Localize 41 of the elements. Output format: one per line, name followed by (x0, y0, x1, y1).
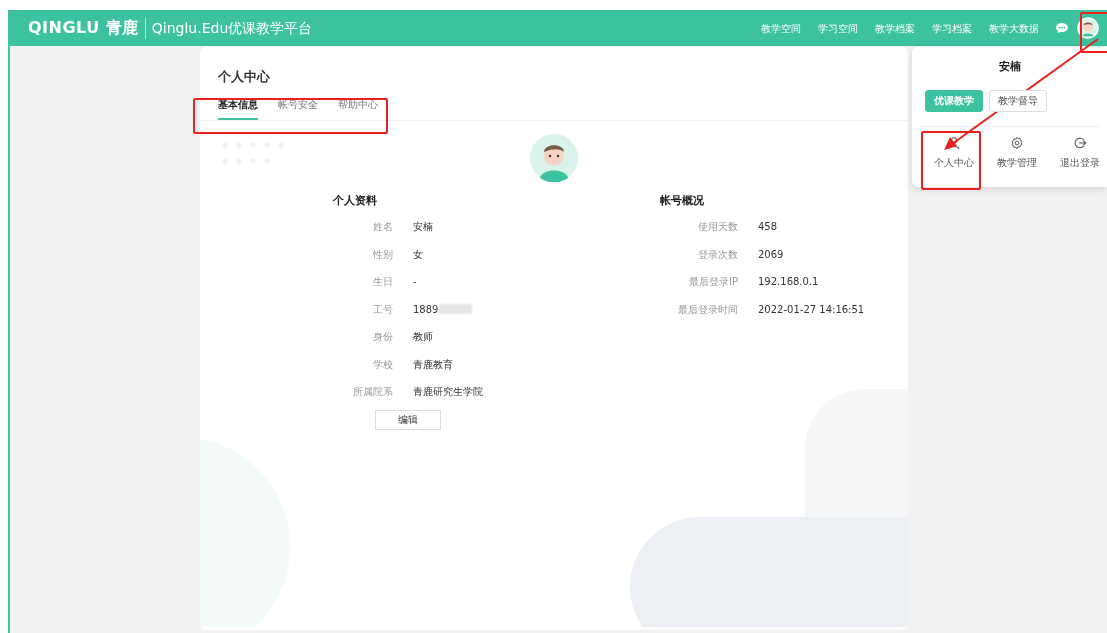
annotation-frame (1080, 12, 1107, 53)
menu-item[interactable]: 个人中心 (933, 154, 974, 170)
field-value: 教师 (413, 330, 433, 345)
field-label: 性别 (372, 247, 393, 262)
field-value: 192.168.0.1 (758, 275, 819, 290)
field-label: 登录次数 (697, 247, 738, 262)
field-label: 使用天数 (697, 220, 738, 235)
platform-title: Qinglu.Edu优课教学平台 (144, 17, 313, 39)
field-value: - (413, 275, 417, 290)
page-title: 个人中心 (217, 68, 271, 86)
field-value: 青鹿研究生学院 (413, 385, 483, 400)
role-button[interactable]: 教学督导 (989, 89, 1047, 112)
edit-button[interactable]: 编辑 (375, 409, 441, 430)
settings-icon (1009, 134, 1024, 151)
field-value: 女 (413, 247, 423, 262)
field-value: 安楠 (413, 220, 433, 235)
field-value: 2022-01-27 14:16:51 (758, 302, 865, 317)
field-value: 2069 (758, 247, 784, 262)
field-label: 生日 (372, 275, 393, 290)
menu-item[interactable]: 教学管理 (996, 154, 1037, 170)
logo: QINGLU 青鹿 (28, 17, 139, 39)
tab[interactable]: 基本信息 (218, 96, 258, 120)
menu-item[interactable]: 退出登录 (1059, 154, 1100, 170)
section-title: 个人资料 (333, 192, 378, 209)
user-name: 安楠 (997, 59, 1022, 75)
field-label: 最后登录IP (688, 275, 738, 290)
field-value: 458 (758, 220, 778, 235)
annotation-frame (921, 131, 981, 190)
field-value: 青鹿教育 (413, 357, 453, 372)
field-label: 最后登录时间 (677, 302, 738, 317)
tab[interactable]: 帮助中心 (338, 96, 378, 120)
avatar-picture (530, 133, 578, 182)
field-label: 工号 (372, 302, 393, 317)
field-value: 1889 (413, 302, 439, 317)
avatar-icon[interactable] (1077, 17, 1099, 39)
field-label: 学校 (372, 357, 393, 372)
field-label: 姓名 (372, 220, 393, 235)
section-title: 帐号概况 (660, 192, 705, 209)
tab[interactable]: 帐号安全 (278, 96, 318, 120)
field-label: 所属院系 (352, 385, 393, 400)
field-label: 身份 (372, 330, 393, 345)
